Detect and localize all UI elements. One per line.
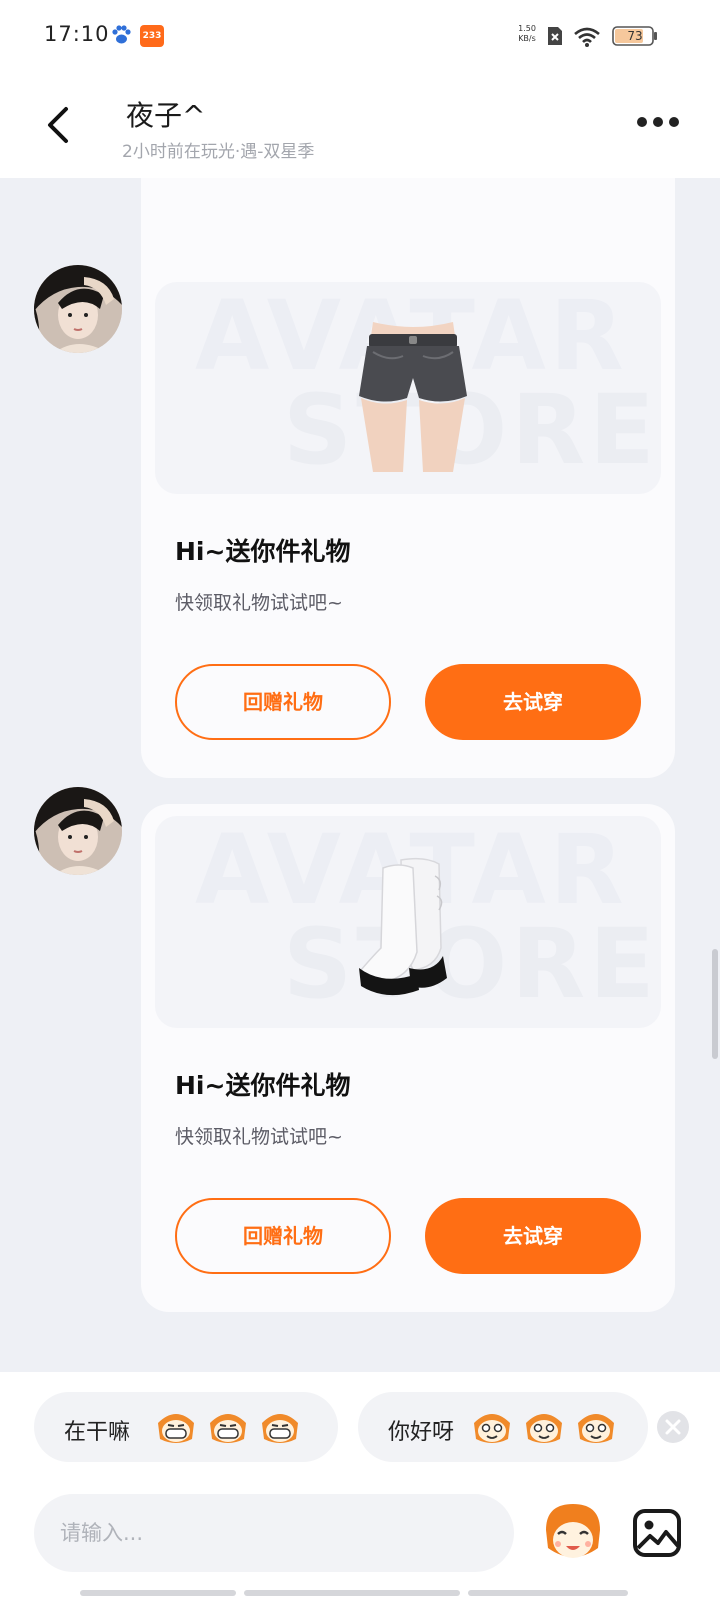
battery-level: 73 [627,29,643,43]
sender-avatar[interactable] [34,265,122,353]
gift-item-preview[interactable]: AVATAR STORE [155,816,661,1028]
wifi-icon [574,27,600,47]
smiling-monkey-emoji [578,1414,614,1443]
back-arrow-icon[interactable] [44,105,72,145]
no-sim-icon [548,27,562,45]
quick-reply-chip[interactable]: 你好呀 [358,1392,648,1462]
gift-item-preview[interactable]: AVATAR STORE [155,282,661,494]
paw-icon [112,25,131,44]
contact-status: 2小时前在玩光·遇-双星季 [122,142,315,162]
message-composer: 在干嘛 你好呀 [0,1372,720,1600]
return-gift-button[interactable]: 回赠礼物 [175,664,391,740]
contact-name: 夜子^ [126,99,206,132]
quick-reply-text: 在干嘛 [64,1420,131,1445]
status-bar: 17:10 233 1.50 KB/s 73 [0,0,720,72]
more-options-icon[interactable] [636,115,680,129]
return-gift-button[interactable]: 回赠礼物 [175,1198,391,1274]
try-on-button[interactable]: 去试穿 [425,664,641,740]
gesture-bar [244,1590,460,1596]
smiling-monkey-emoji [474,1414,510,1443]
gift-card: AVATAR STORE Hi~送你件礼物 快领取礼物试试吧~ 回赠礼物 去试穿 [141,270,675,778]
quick-reply-chip[interactable]: 在干嘛 [34,1392,338,1462]
gesture-bar [80,1590,236,1596]
try-on-button[interactable]: 去试穿 [425,1198,641,1274]
message-input[interactable] [34,1494,514,1572]
chat-header: 夜子^ 2小时前在玩光·遇-双星季 [0,72,720,178]
image-picker-icon[interactable] [632,1508,682,1558]
grinning-monkey-emoji [210,1414,246,1443]
chat-messages[interactable]: AVATAR STORE Hi~送你件礼物 快领取礼物试试吧~ 回赠礼物 去试穿 [0,178,720,1372]
gift-card-title: Hi~送你件礼物 [175,1071,351,1100]
scrollbar[interactable] [712,949,718,1059]
grinning-monkey-emoji [158,1414,194,1443]
gift-card-title: Hi~送你件礼物 [175,537,351,566]
sender-avatar[interactable] [34,787,122,875]
grinning-monkey-emoji [262,1414,298,1443]
game-badge: 233 [140,25,164,47]
white-boots-image [359,857,447,996]
gift-card: AVATAR STORE Hi~送你件礼物 快领取礼物试试吧~ 回赠礼物 去试穿 [141,804,675,1312]
gift-card-description: 快领取礼物试试吧~ [175,592,343,614]
gift-card-description: 快领取礼物试试吧~ [175,1126,343,1148]
status-time: 17:10 [44,22,110,46]
denim-shorts-image [359,322,467,472]
smiling-monkey-emoji [526,1414,562,1443]
net-speed: 1.50 KB/s [518,24,536,43]
close-quick-replies-icon[interactable] [656,1410,690,1444]
sticker-icon[interactable] [540,1500,606,1566]
quick-reply-text: 你好呀 [388,1420,455,1445]
gesture-bar [468,1590,628,1596]
